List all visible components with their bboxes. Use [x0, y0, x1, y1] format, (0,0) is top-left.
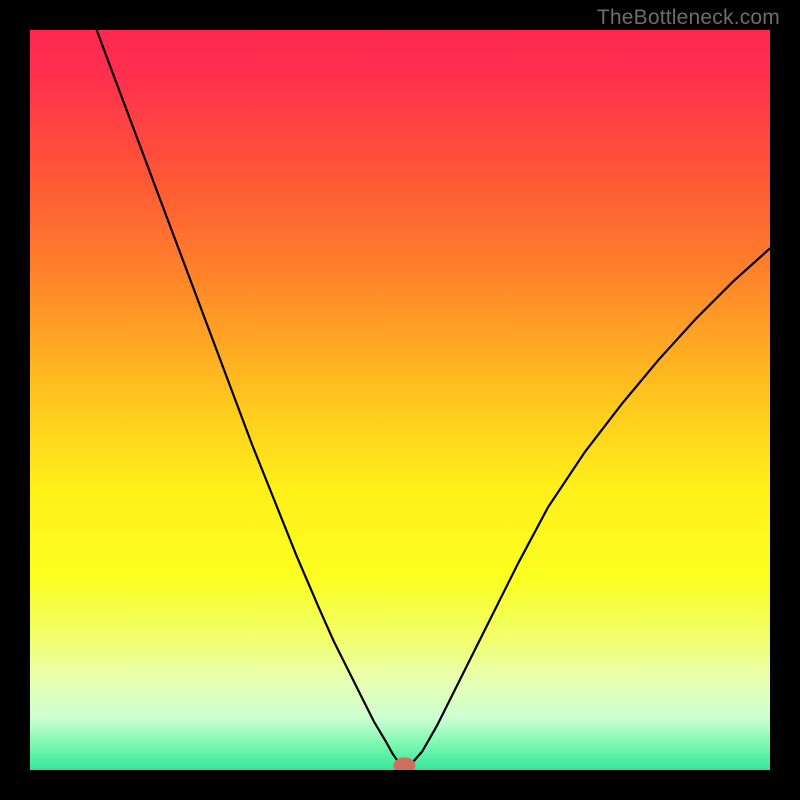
plot-area: [30, 30, 770, 770]
watermark-text: TheBottleneck.com: [597, 6, 780, 30]
chart-svg: [30, 30, 770, 770]
gradient-background: [30, 30, 770, 770]
chart-frame: TheBottleneck.com: [0, 0, 800, 800]
